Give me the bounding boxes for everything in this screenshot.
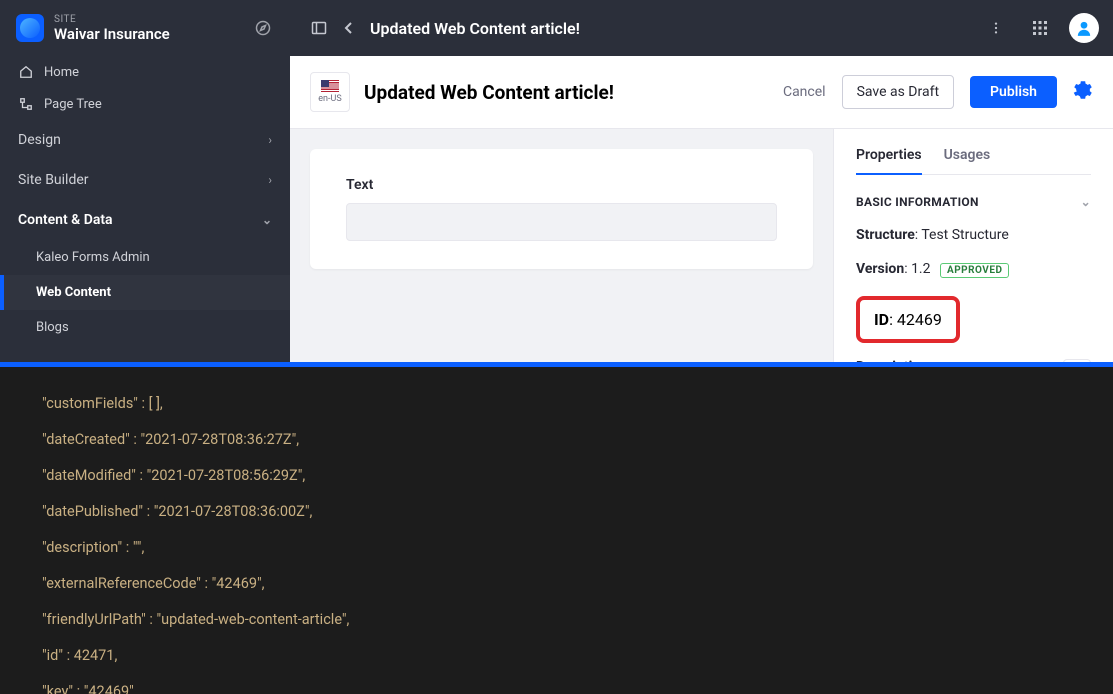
status-badge: APPROVED [940,263,1009,278]
terminal-line: "customFields" : [ ], [42,395,1105,413]
sidebar-item-home[interactable]: Home [0,56,290,88]
apps-grid-icon[interactable] [1025,13,1055,43]
publish-button[interactable]: Publish [970,76,1057,108]
terminal-line: "friendlyUrlPath" : "updated-web-content… [42,611,1105,629]
topbar: Updated Web Content article! [290,0,1113,56]
field-label-text: Text [346,177,777,193]
topbar-title: Updated Web Content article! [370,19,981,38]
terminal-line: "dateModified" : "2021-07-28T08:56:29Z", [42,467,1105,485]
terminal-line: "dateCreated" : "2021-07-28T08:36:27Z", [42,431,1105,449]
site-name: Waivar Insurance [54,25,252,43]
terminal-line: "description" : "", [42,539,1105,557]
sidebar-section-builder[interactable]: Site Builder › [0,160,290,200]
locale-selector[interactable]: en-US [310,72,350,112]
chevron-down-icon: ⌄ [1081,195,1091,209]
tab-properties[interactable]: Properties [856,147,922,175]
sidebar-section-content[interactable]: Content & Data ⌄ [0,200,290,240]
compass-icon[interactable] [252,17,274,39]
sidebar-item-pagetree[interactable]: Page Tree [0,88,290,120]
prop-version: Version: 1.2 APPROVED [856,261,1091,278]
site-label: SITE [54,14,252,25]
sidebar: SITE Waivar Insurance Home Page Tree Des… [0,0,290,362]
terminal-line: "externalReferenceCode" : "42469", [42,575,1105,593]
terminal-output: "customFields" : [ ], "dateCreated" : "2… [0,367,1113,694]
save-draft-button[interactable]: Save as Draft [842,75,954,109]
terminal-line: "datePublished" : "2021-07-28T08:36:00Z"… [42,503,1105,521]
chevron-down-icon: ⌄ [262,213,272,227]
site-logo[interactable] [16,14,44,42]
cancel-button[interactable]: Cancel [783,84,826,100]
sidebar-item-label: Page Tree [44,97,102,112]
text-input[interactable] [346,203,777,241]
main-area: Updated Web Content article! en-US Updat… [290,0,1113,362]
sidebar-sub-blogs[interactable]: Blogs [0,310,290,345]
locale-code: en-US [318,94,341,104]
page-title: Updated Web Content article! [364,81,769,104]
action-row: en-US Updated Web Content article! Cance… [290,56,1113,129]
tree-icon [18,96,34,112]
sidebar-section-design[interactable]: Design › [0,120,290,160]
sidebar-item-label: Home [44,65,79,80]
highlighted-id: ID: 42469 [856,296,960,343]
chevron-right-icon: › [268,173,272,187]
sidebar-sub-kaleo[interactable]: Kaleo Forms Admin [0,240,290,275]
terminal-line: "key" : "42469", [42,683,1105,694]
chevron-right-icon: › [268,133,272,147]
prop-structure: Structure: Test Structure [856,227,1091,243]
properties-panel: Properties Usages BASIC INFORMATION ⌄ St… [833,129,1113,362]
highlighted-key: "key" : "42469", [42,683,137,694]
panel-toggle-icon[interactable] [304,13,334,43]
gear-icon[interactable] [1073,80,1093,105]
terminal-line: "id" : 42471, [42,647,1105,665]
user-avatar[interactable] [1069,13,1099,43]
editor-card: Text [310,149,813,269]
kebab-icon[interactable] [981,13,1011,43]
flag-us-icon [321,80,339,92]
editor-area: Text [290,129,833,362]
basic-info-section[interactable]: BASIC INFORMATION ⌄ [856,195,1091,209]
tab-usages[interactable]: Usages [944,147,991,174]
sidebar-sub-webcontent[interactable]: Web Content [0,275,290,310]
back-icon[interactable] [334,13,364,43]
site-header: SITE Waivar Insurance [0,0,290,56]
home-icon [18,64,34,80]
